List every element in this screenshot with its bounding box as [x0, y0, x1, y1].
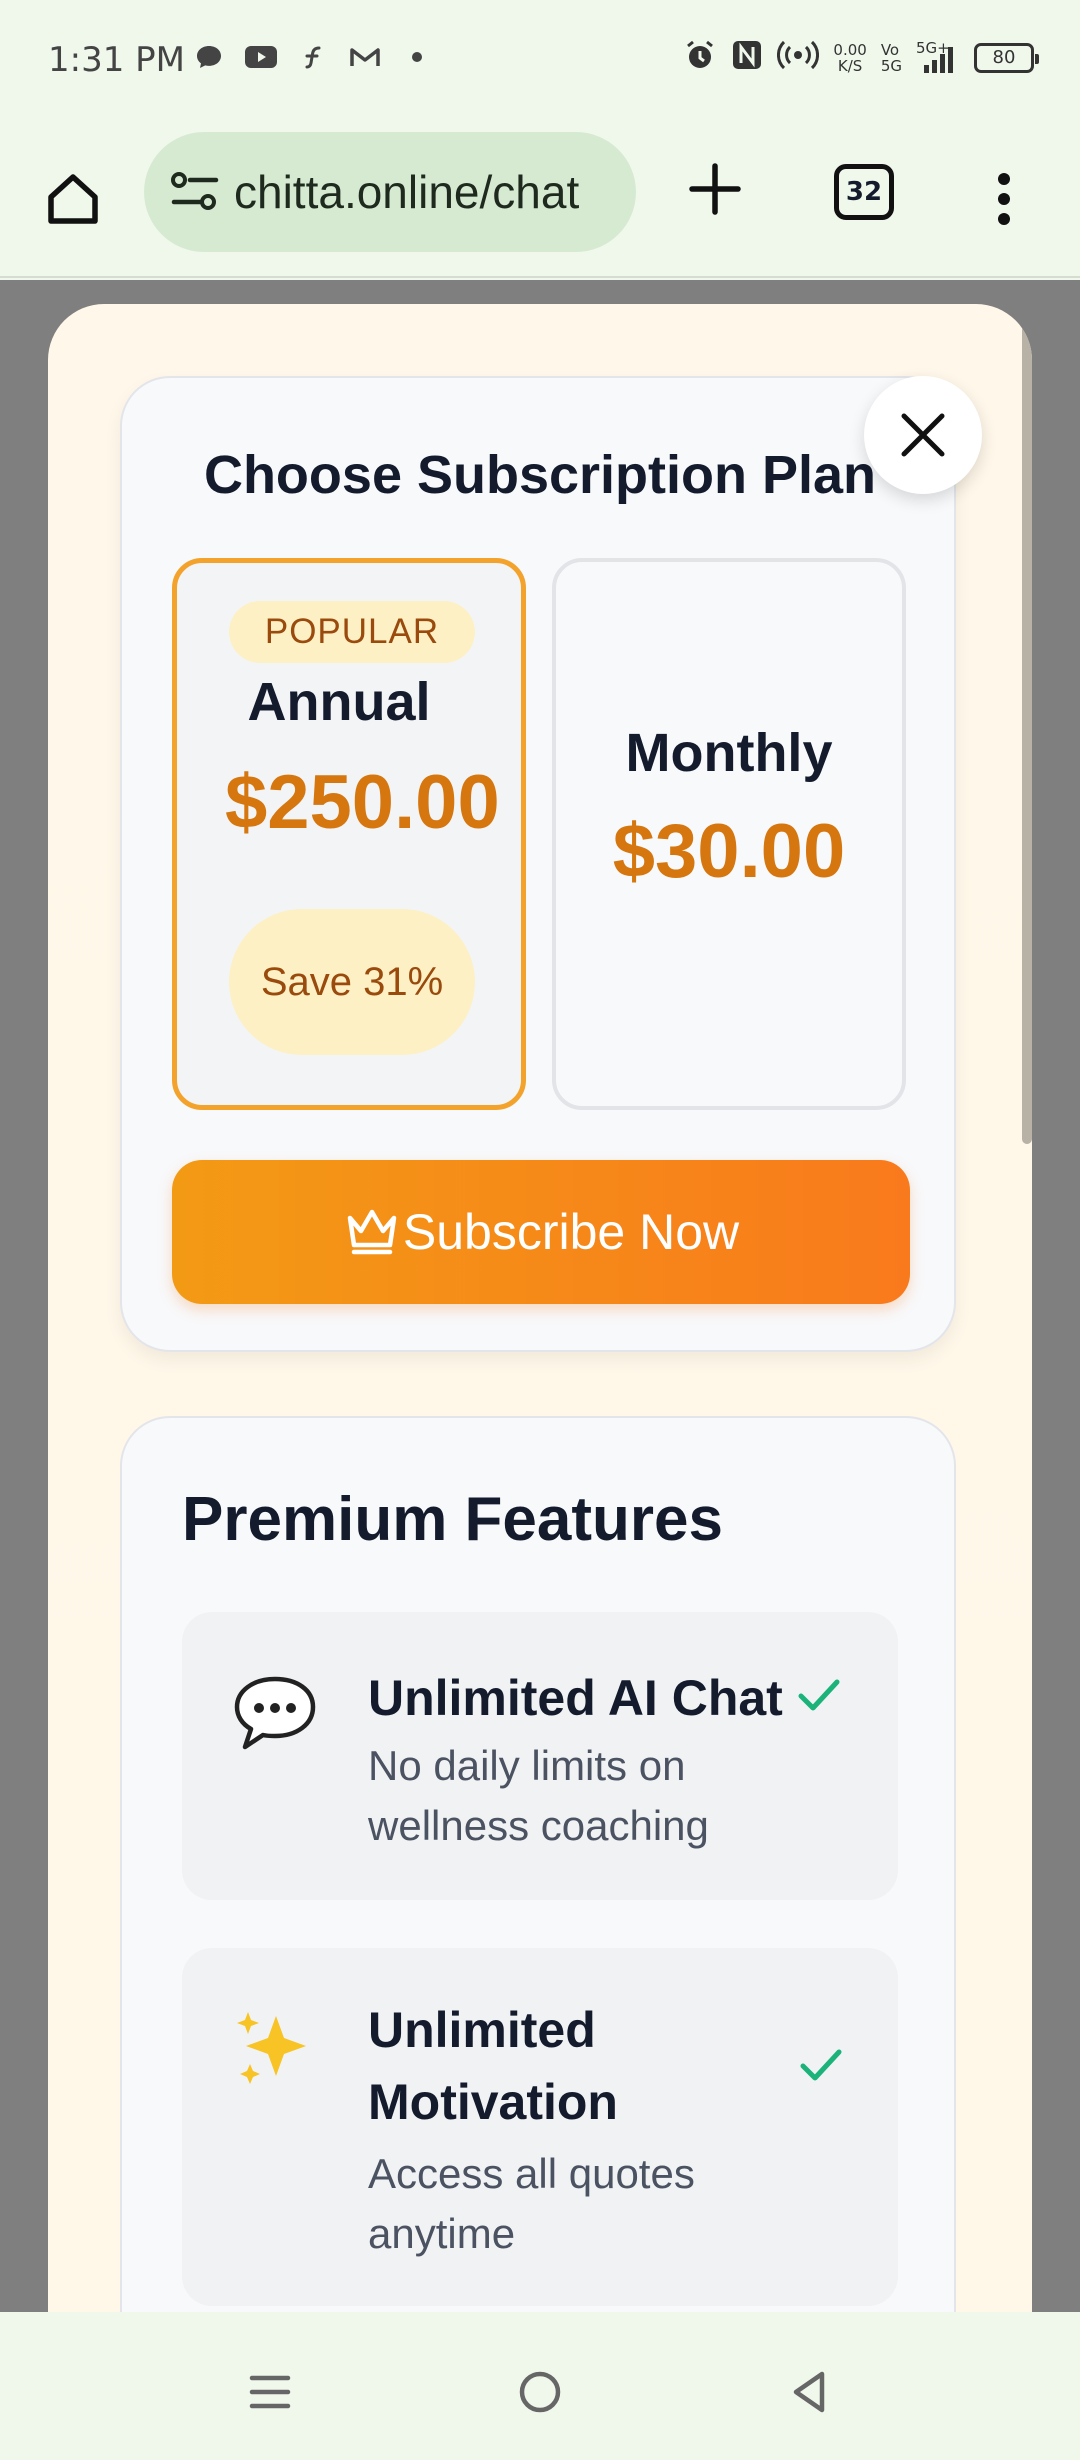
tab-switcher-button[interactable]: 32 [834, 164, 894, 220]
home-icon [48, 174, 98, 224]
more-vert-icon [998, 173, 1010, 225]
function-icon [296, 42, 330, 72]
close-button[interactable] [864, 376, 982, 494]
save-badge: Save 31% [229, 909, 475, 1055]
features-title: Premium Features [182, 1485, 723, 1554]
new-tab-button[interactable] [680, 154, 750, 224]
feature-item: Unlimited Motivation Access all quotes a… [182, 1948, 898, 2306]
plan-selection-card: Choose Subscription Plan POPULAR Annual … [120, 376, 956, 1352]
gmail-icon [348, 42, 382, 72]
feature-description: Access all quotes anytime [368, 2150, 695, 2257]
overflow-menu-button[interactable] [984, 164, 1024, 234]
feature-item: Unlimited AI Chat No daily limits on wel… [182, 1612, 898, 1900]
plan-name: Annual [247, 672, 431, 732]
subscribe-label: Subscribe Now [402, 1204, 740, 1260]
chat-bubble-icon [192, 42, 226, 72]
home-nav-button[interactable] [510, 2362, 570, 2422]
close-icon [901, 413, 945, 457]
network-speed: 0.00 K/S [833, 40, 867, 75]
back-triangle-icon [793, 2371, 825, 2413]
site-settings-icon[interactable] [168, 165, 222, 219]
url-text[interactable]: chitta.online/chat [234, 165, 579, 219]
speech-bubble-icon [230, 1668, 320, 1758]
modal-scrollbar[interactable] [1022, 324, 1032, 1144]
battery-indicator: 80 [974, 42, 1039, 73]
circle-icon [519, 2371, 561, 2413]
plan-price: $250.00 [225, 760, 500, 845]
recents-button[interactable] [240, 2362, 300, 2422]
subscription-modal: Choose Subscription Plan POPULAR Annual … [48, 304, 1032, 2312]
plan-price: $30.00 [612, 809, 846, 894]
check-icon [800, 2049, 842, 2081]
notification-icons [192, 42, 434, 72]
nfc-icon [731, 39, 763, 76]
back-button[interactable] [780, 2362, 840, 2422]
feature-name: Unlimited Motivation [368, 2002, 618, 2130]
menu-icon [249, 2375, 291, 2409]
sparkles-icon [230, 2004, 320, 2094]
feature-description: No daily limits on wellness coaching [368, 1742, 709, 1849]
home-button[interactable] [38, 164, 108, 234]
plan-title: Choose Subscription Plan [203, 445, 877, 505]
youtube-icon [244, 42, 278, 72]
popular-badge: POPULAR [229, 601, 475, 663]
signal-icon: 5G+ [916, 39, 960, 75]
plan-option-monthly[interactable]: Monthly $30.00 [552, 558, 906, 1110]
status-bar: 1:31 PM 0.00 K/S Vo 5G 5G+ 80 [0, 0, 1080, 124]
plan-option-annual[interactable]: POPULAR Annual $250.00 Save 31% [172, 558, 526, 1110]
plan-name: Monthly [625, 723, 833, 783]
crown-icon [343, 1206, 401, 1258]
address-bar[interactable]: chitta.online/chat [144, 132, 636, 252]
browser-toolbar: chitta.online/chat 32 [0, 124, 1080, 278]
dot-icon [400, 42, 434, 72]
premium-features-card: Premium Features Unlimited AI Chat No da… [120, 1416, 956, 2312]
subscribe-button[interactable]: Subscribe Now [172, 1160, 910, 1304]
hotspot-icon [777, 38, 820, 77]
alarm-icon [683, 38, 717, 77]
system-icons: 0.00 K/S Vo 5G 5G+ 80 [683, 38, 1039, 77]
system-navigation-bar [0, 2312, 1080, 2460]
check-icon [798, 1679, 840, 1711]
volte-indicator: Vo 5G [880, 40, 902, 75]
plus-icon [689, 163, 741, 215]
feature-name: Unlimited AI Chat [368, 1670, 783, 1726]
status-time: 1:31 PM [48, 40, 185, 80]
